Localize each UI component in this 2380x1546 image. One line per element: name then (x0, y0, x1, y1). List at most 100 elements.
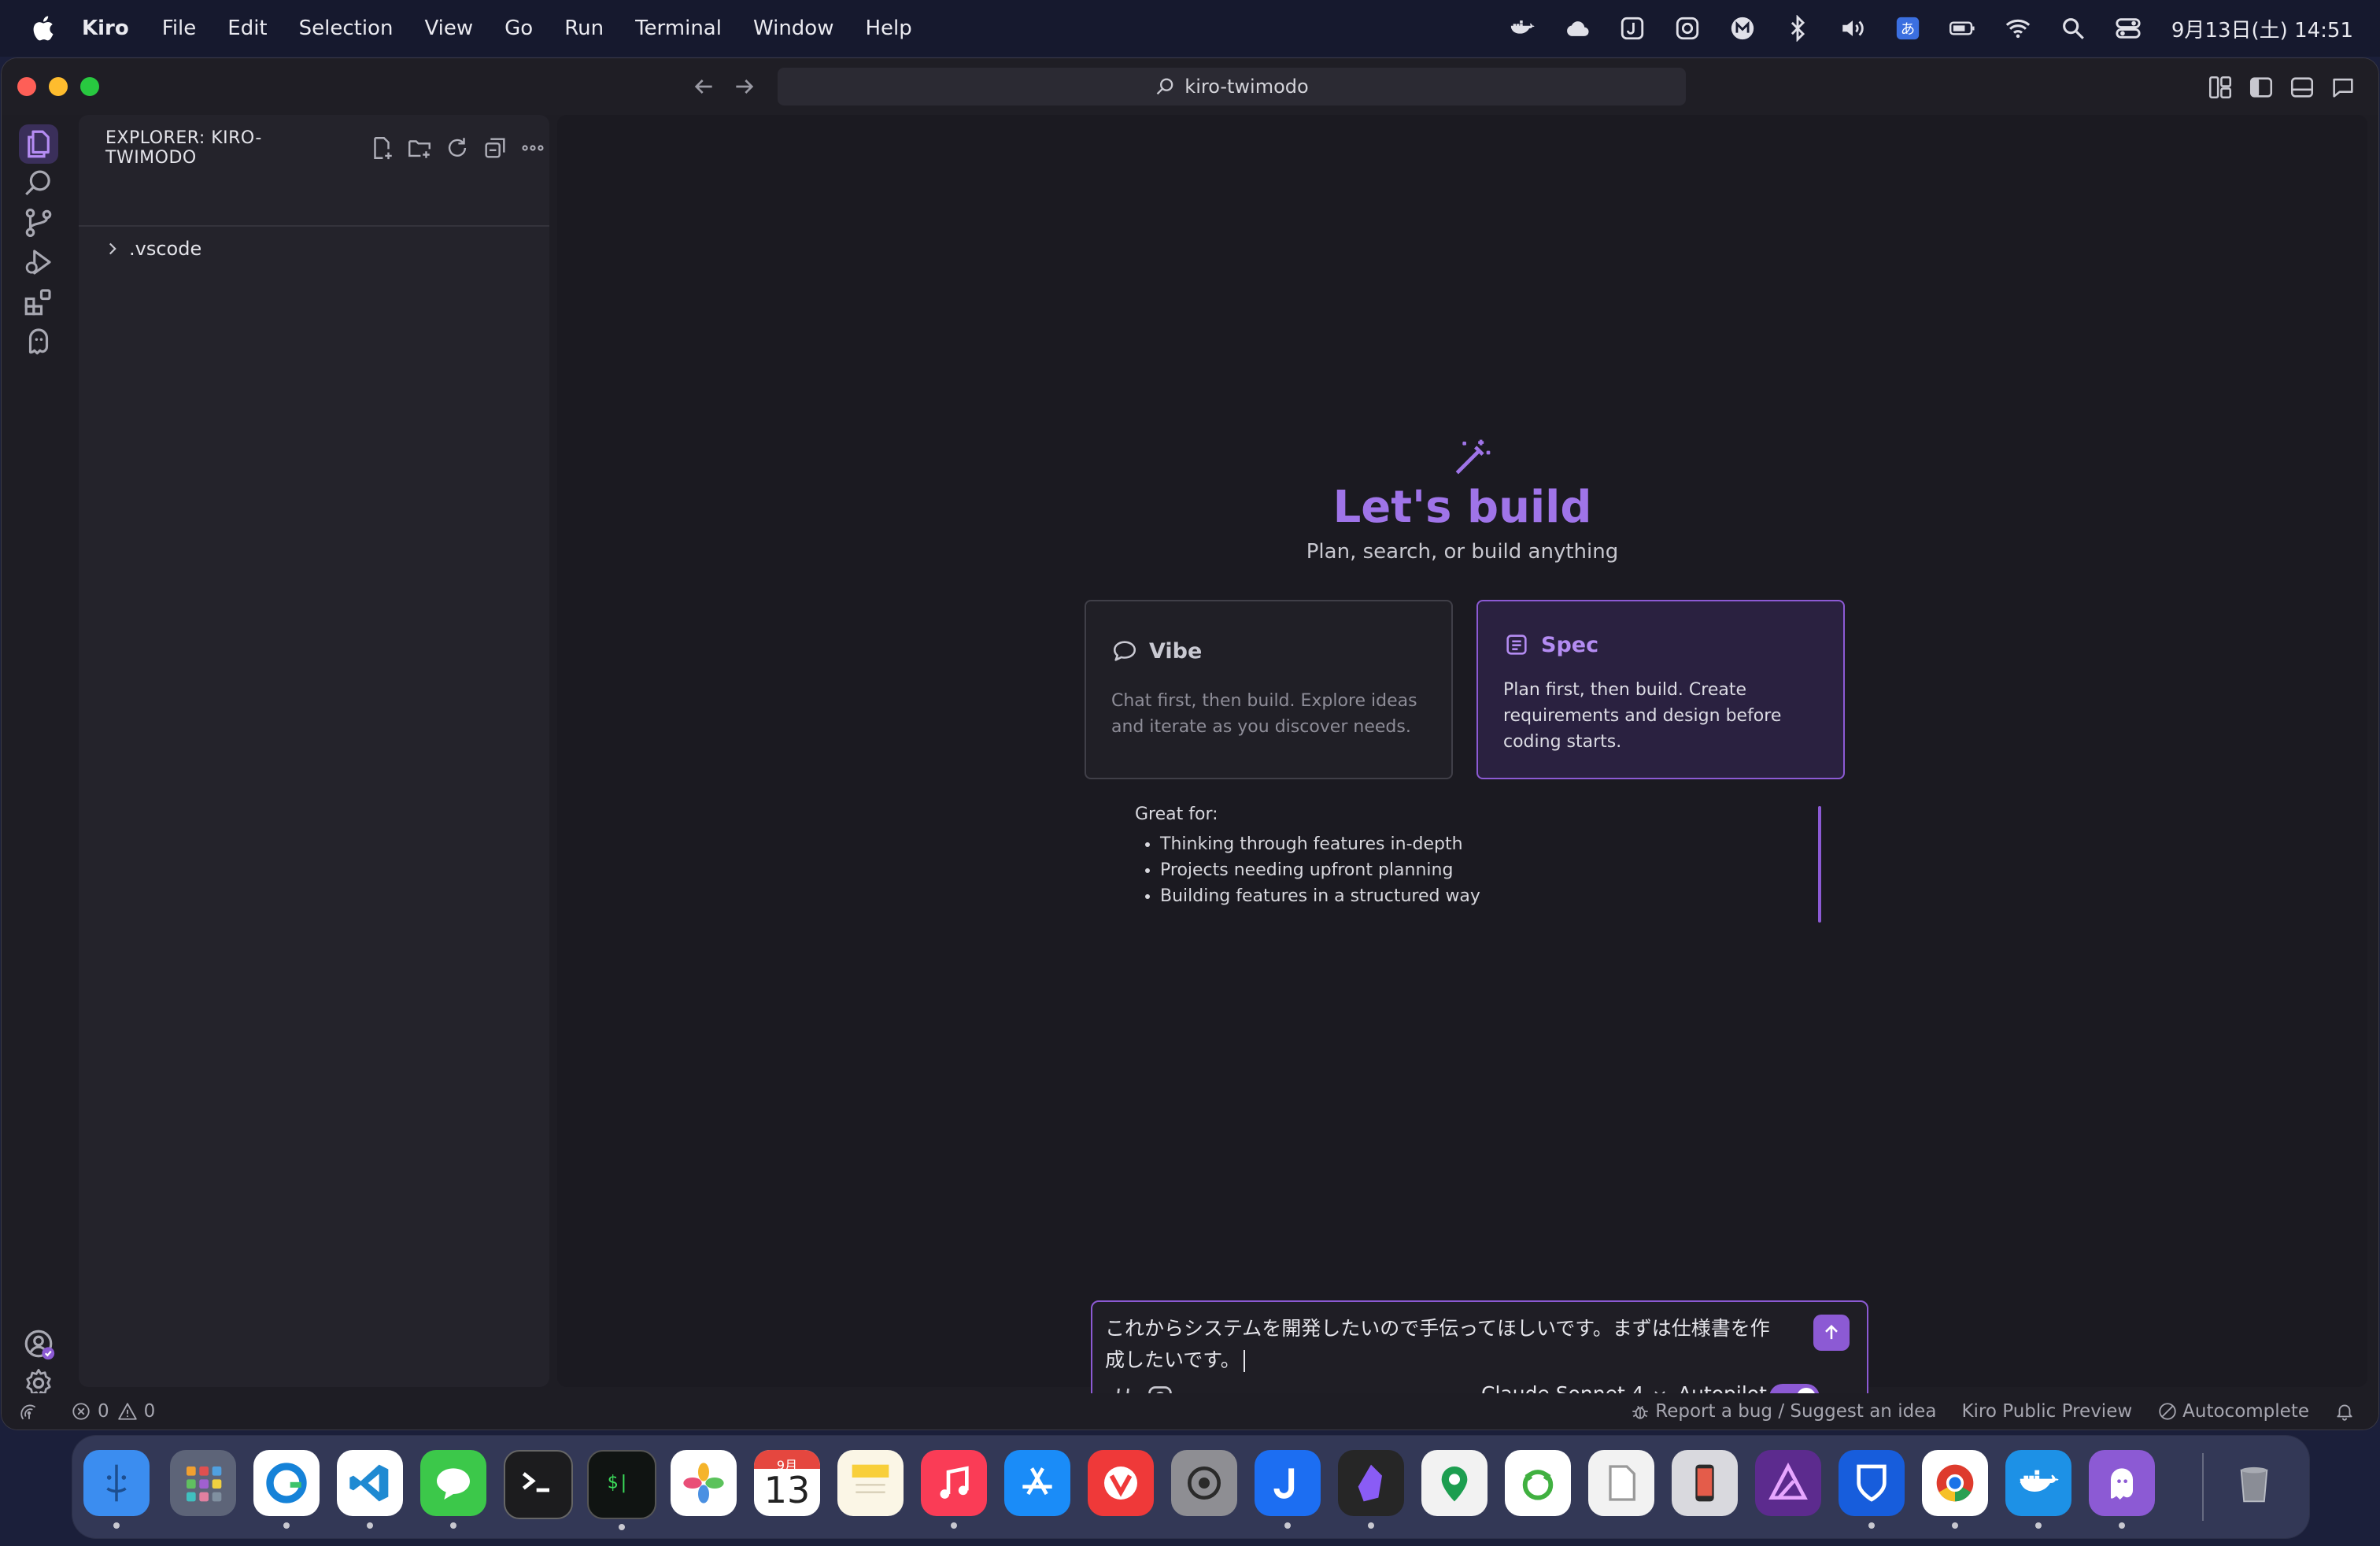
dock-affinity[interactable] (1755, 1450, 1821, 1516)
svg-text:あ: あ (1901, 21, 1915, 38)
activity-accounts[interactable] (19, 1324, 58, 1363)
dock-messages[interactable] (420, 1450, 486, 1529)
warning-count[interactable]: 0 (144, 1401, 156, 1422)
activity-run-debug[interactable] (19, 242, 58, 282)
forward-arrow-icon[interactable] (732, 74, 757, 99)
send-button[interactable] (1813, 1315, 1850, 1351)
dock-bitwarden[interactable] (1839, 1450, 1905, 1529)
music-note-icon (940, 1466, 969, 1499)
activity-source-control[interactable] (19, 203, 58, 242)
autocomplete-status[interactable]: Autocomplete (2157, 1401, 2309, 1422)
new-file-icon[interactable] (368, 135, 395, 161)
circle-e-tray-icon[interactable] (1674, 15, 1701, 42)
command-center-search[interactable]: kiro-twimodo (778, 68, 1686, 105)
kiro-preview-status[interactable]: Kiro Public Preview (1961, 1401, 2132, 1422)
dock-system-settings[interactable] (1171, 1450, 1237, 1516)
spec-mode-card[interactable]: Spec Plan first, then build. Create requ… (1476, 600, 1845, 779)
activity-extensions[interactable] (19, 282, 58, 321)
dock-preview[interactable] (1588, 1450, 1654, 1516)
dock-app-store[interactable] (1004, 1450, 1070, 1516)
wifi-icon[interactable] (2005, 15, 2031, 42)
tree-item-folder[interactable]: .vscode (102, 233, 201, 264)
dock-notes[interactable] (837, 1450, 904, 1516)
input-method-icon[interactable]: あ (1894, 15, 1921, 42)
list-item: Building features in a structured way (1160, 883, 1480, 909)
apple-logo-icon[interactable] (28, 13, 60, 44)
menu-selection[interactable]: Selection (299, 17, 394, 40)
chat-input[interactable]: これからシステムを開発したいので手伝ってほしいです。まずは仕様書を作成したいです… (1105, 1313, 1782, 1376)
activity-kiro[interactable] (19, 321, 58, 361)
chrome-icon (1936, 1464, 1974, 1502)
report-bug-link[interactable]: Report a bug / Suggest an idea (1630, 1401, 1936, 1422)
dock-terminal[interactable] (504, 1450, 573, 1519)
dock-music[interactable] (921, 1450, 987, 1529)
menu-window[interactable]: Window (753, 17, 834, 40)
magic-wand-icon (1455, 439, 1491, 475)
affinity-triangle-icon (1768, 1463, 1808, 1500)
menu-run[interactable]: Run (564, 17, 604, 40)
customize-layout-icon[interactable] (2207, 74, 2234, 101)
menu-bar: Kiro File Edit Selection View Go Run Ter… (0, 0, 2380, 57)
activity-search[interactable] (19, 164, 58, 203)
account-icon (24, 1330, 55, 1360)
menu-file[interactable]: File (162, 17, 197, 40)
dock-simulator[interactable] (1672, 1450, 1738, 1516)
zoom-window-button[interactable] (80, 77, 99, 96)
error-count[interactable]: 0 (98, 1401, 109, 1422)
toggle-panel-icon[interactable] (2289, 74, 2315, 101)
notifications-button[interactable] (2334, 1401, 2360, 1422)
toggle-primary-sidebar-icon[interactable] (2248, 74, 2275, 101)
dock-trash[interactable] (2221, 1450, 2287, 1516)
dock-kiro[interactable] (2089, 1450, 2155, 1529)
menu-app-name[interactable]: Kiro (82, 17, 129, 40)
dock-docker[interactable] (2005, 1450, 2071, 1529)
close-window-button[interactable] (17, 77, 36, 96)
great-for-list: Thinking through features in-depth Proje… (1135, 831, 1480, 909)
dock-photos[interactable] (671, 1450, 737, 1516)
back-arrow-icon[interactable] (691, 74, 716, 99)
dock-chrome[interactable] (1922, 1450, 1988, 1529)
menu-view[interactable]: View (424, 17, 473, 40)
dock-launchpad[interactable] (170, 1450, 236, 1516)
activity-explorer[interactable] (19, 124, 58, 164)
dock-jump-desktop[interactable] (1255, 1450, 1321, 1529)
disabled-circle-icon (2159, 1403, 2176, 1420)
extensions-icon (24, 289, 51, 316)
bluetooth-icon[interactable] (1784, 15, 1811, 42)
m-app-tray-icon[interactable] (1729, 15, 1756, 42)
dock-finder[interactable] (83, 1450, 150, 1529)
collapse-all-icon[interactable] (482, 135, 508, 161)
dock-calendar[interactable]: 9月 13 (754, 1450, 820, 1516)
error-icon[interactable] (71, 1401, 91, 1422)
dock-obsidian[interactable] (1338, 1450, 1404, 1529)
menu-help[interactable]: Help (865, 17, 911, 40)
hero-title: Let's build (1332, 482, 1592, 533)
control-center-icon[interactable] (2115, 15, 2142, 42)
new-folder-icon[interactable] (406, 135, 433, 161)
battery-icon[interactable] (1949, 15, 1976, 42)
minimize-window-button[interactable] (49, 77, 68, 96)
dock-navicat[interactable] (1505, 1450, 1571, 1516)
menu-terminal[interactable]: Terminal (635, 17, 722, 40)
dock-vscode[interactable] (337, 1450, 403, 1529)
refresh-icon[interactable] (444, 135, 471, 161)
dock-iterm[interactable]: $| (587, 1450, 656, 1530)
more-actions-icon[interactable] (519, 135, 546, 161)
remote-broadcast-icon[interactable] (19, 1401, 39, 1422)
cloud-icon[interactable] (1564, 15, 1591, 42)
volume-icon[interactable] (1839, 15, 1866, 42)
vibe-mode-card[interactable]: Vibe Chat first, then build. Explore ide… (1085, 600, 1453, 779)
warning-icon[interactable] (117, 1401, 138, 1422)
spotlight-search-icon[interactable] (2060, 15, 2086, 42)
chat-bubble-icon[interactable] (2330, 74, 2356, 101)
dock-vivaldi[interactable] (1088, 1450, 1154, 1516)
menubar-clock[interactable]: 9月13日(土) 14:51 (2171, 14, 2353, 43)
dock-pin-app[interactable] (1421, 1450, 1488, 1516)
docker-tray-icon[interactable] (1509, 15, 1536, 42)
running-indicator (1868, 1522, 1875, 1529)
menu-go[interactable]: Go (504, 17, 533, 40)
menu-edit[interactable]: Edit (227, 17, 267, 40)
obsidian-crystal-icon (1358, 1464, 1382, 1502)
dock-edge[interactable] (253, 1450, 320, 1529)
j-app-tray-icon[interactable] (1619, 15, 1646, 42)
